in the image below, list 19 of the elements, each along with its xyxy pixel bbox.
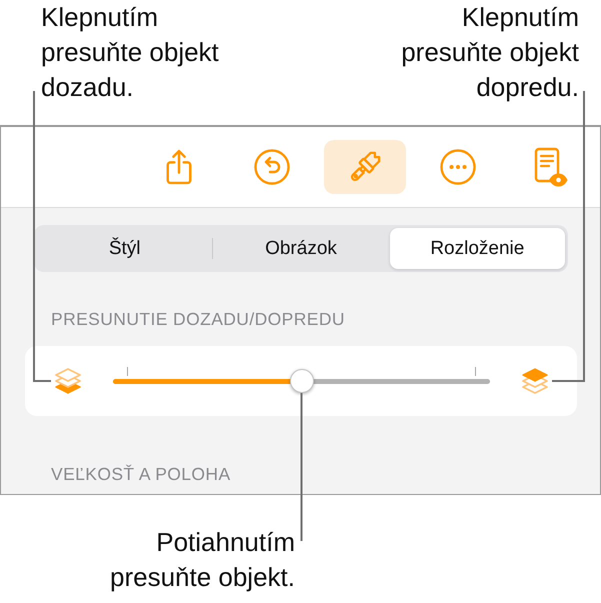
section-header: PRESUNUTIE DOZADU/DOPREDU bbox=[51, 309, 346, 329]
callout-text: Klepnutím presuňte objekt dopredu. bbox=[400, 1, 579, 104]
slider-thumb[interactable] bbox=[290, 369, 314, 393]
tab[interactable]: Štýl bbox=[37, 228, 212, 269]
tab[interactable]: Obrázok bbox=[213, 228, 389, 269]
section-header: VEĽKOSŤ A POLOHA bbox=[51, 464, 232, 484]
paintbrush-button[interactable] bbox=[324, 140, 406, 194]
callout-text: Klepnutím presuňte objekt dozadu. bbox=[41, 1, 220, 104]
document-eye-icon bbox=[534, 147, 568, 187]
tick-mark bbox=[475, 367, 476, 376]
callout-text: Potiahnutím presuňte objekt. bbox=[108, 526, 295, 594]
layers-icon[interactable] bbox=[521, 367, 549, 395]
slider-track[interactable] bbox=[113, 367, 490, 395]
tick-mark bbox=[127, 367, 128, 376]
more-icon bbox=[440, 149, 476, 185]
share-icon bbox=[164, 148, 194, 186]
layers-icon[interactable] bbox=[54, 367, 82, 395]
tab[interactable]: Rozloženie bbox=[390, 228, 565, 269]
undo-icon bbox=[254, 149, 290, 185]
